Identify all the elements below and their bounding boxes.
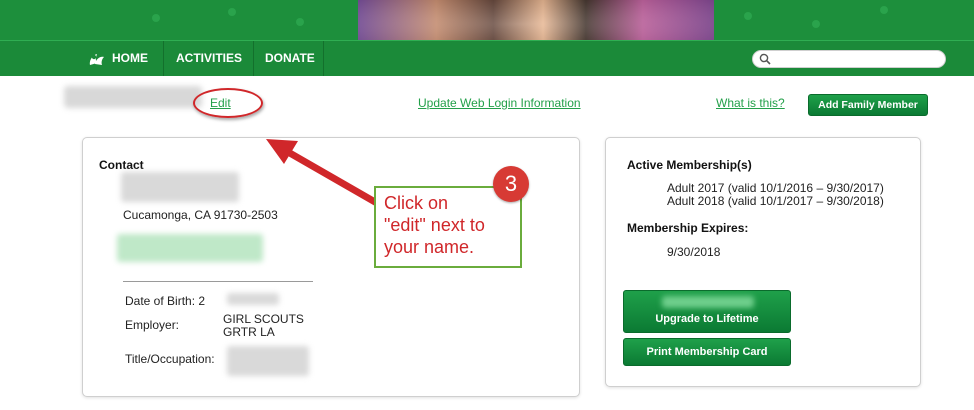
nav-home-label: HOME xyxy=(112,51,148,65)
address-redacted xyxy=(121,172,239,202)
membership-expires-value: 9/30/2018 xyxy=(667,245,721,259)
search-input[interactable] xyxy=(752,50,946,68)
add-family-member-button[interactable]: Add Family Member xyxy=(808,94,928,116)
membership-expires-heading: Membership Expires: xyxy=(627,221,749,235)
upgrade-price-redacted xyxy=(662,296,754,308)
upgrade-label: Upgrade to Lifetime xyxy=(655,313,759,325)
trefoil-pattern-dot xyxy=(296,18,304,26)
city-line: Cucamonga, CA 91730-2503 xyxy=(123,208,278,222)
what-is-this-link[interactable]: What is this? xyxy=(716,96,785,110)
membership-item: Adult 2018 (valid 10/1/2017 – 9/30/2018) xyxy=(667,194,884,208)
header-banner xyxy=(0,0,974,40)
nav-donate[interactable]: DONATE xyxy=(255,41,324,76)
trefoil-pattern-dot xyxy=(744,12,752,20)
nav-activities[interactable]: ACTIVITIES xyxy=(166,41,254,76)
membership-panel: Active Membership(s) Adult 2017 (valid 1… xyxy=(605,137,921,387)
employer-label: Employer: xyxy=(125,318,180,332)
member-name-redacted xyxy=(64,86,202,108)
main-nav: HOME ACTIVITIES DONATE xyxy=(0,40,974,76)
contact-divider xyxy=(123,281,313,282)
update-web-login-link[interactable]: Update Web Login Information xyxy=(418,96,581,110)
print-membership-card-button[interactable]: Print Membership Card xyxy=(623,338,791,366)
trefoil-pattern-dot xyxy=(812,20,820,28)
trefoil-pattern-dot xyxy=(880,6,888,14)
contact-info-redacted xyxy=(117,234,263,262)
upgrade-to-lifetime-button[interactable]: Upgrade to Lifetime xyxy=(623,290,791,333)
highlight-circle xyxy=(193,88,263,118)
trefoil-pattern-dot xyxy=(152,14,160,22)
membership-item: Adult 2017 (valid 10/1/2016 – 9/30/2017) xyxy=(667,181,884,195)
dob-redacted xyxy=(227,293,279,305)
active-membership-heading: Active Membership(s) xyxy=(627,158,752,172)
contact-heading: Contact xyxy=(99,158,144,172)
search-icon xyxy=(759,53,771,65)
title-occupation-label: Title/Occupation: xyxy=(125,352,215,366)
nav-home[interactable]: HOME xyxy=(78,41,164,76)
instruction-text: Click on "edit" next to your name. xyxy=(384,193,485,257)
date-of-birth-label: Date of Birth: 2 xyxy=(125,294,206,308)
trefoil-pattern-dot xyxy=(228,8,236,16)
header-photo xyxy=(358,0,714,40)
employer-value-line2: GRTR LA xyxy=(223,325,275,339)
trefoil-logo-icon xyxy=(89,53,104,65)
step-number-badge: 3 xyxy=(493,166,529,202)
employer-value-line1: GIRL SCOUTS xyxy=(223,312,304,326)
occupation-redacted xyxy=(227,346,309,376)
